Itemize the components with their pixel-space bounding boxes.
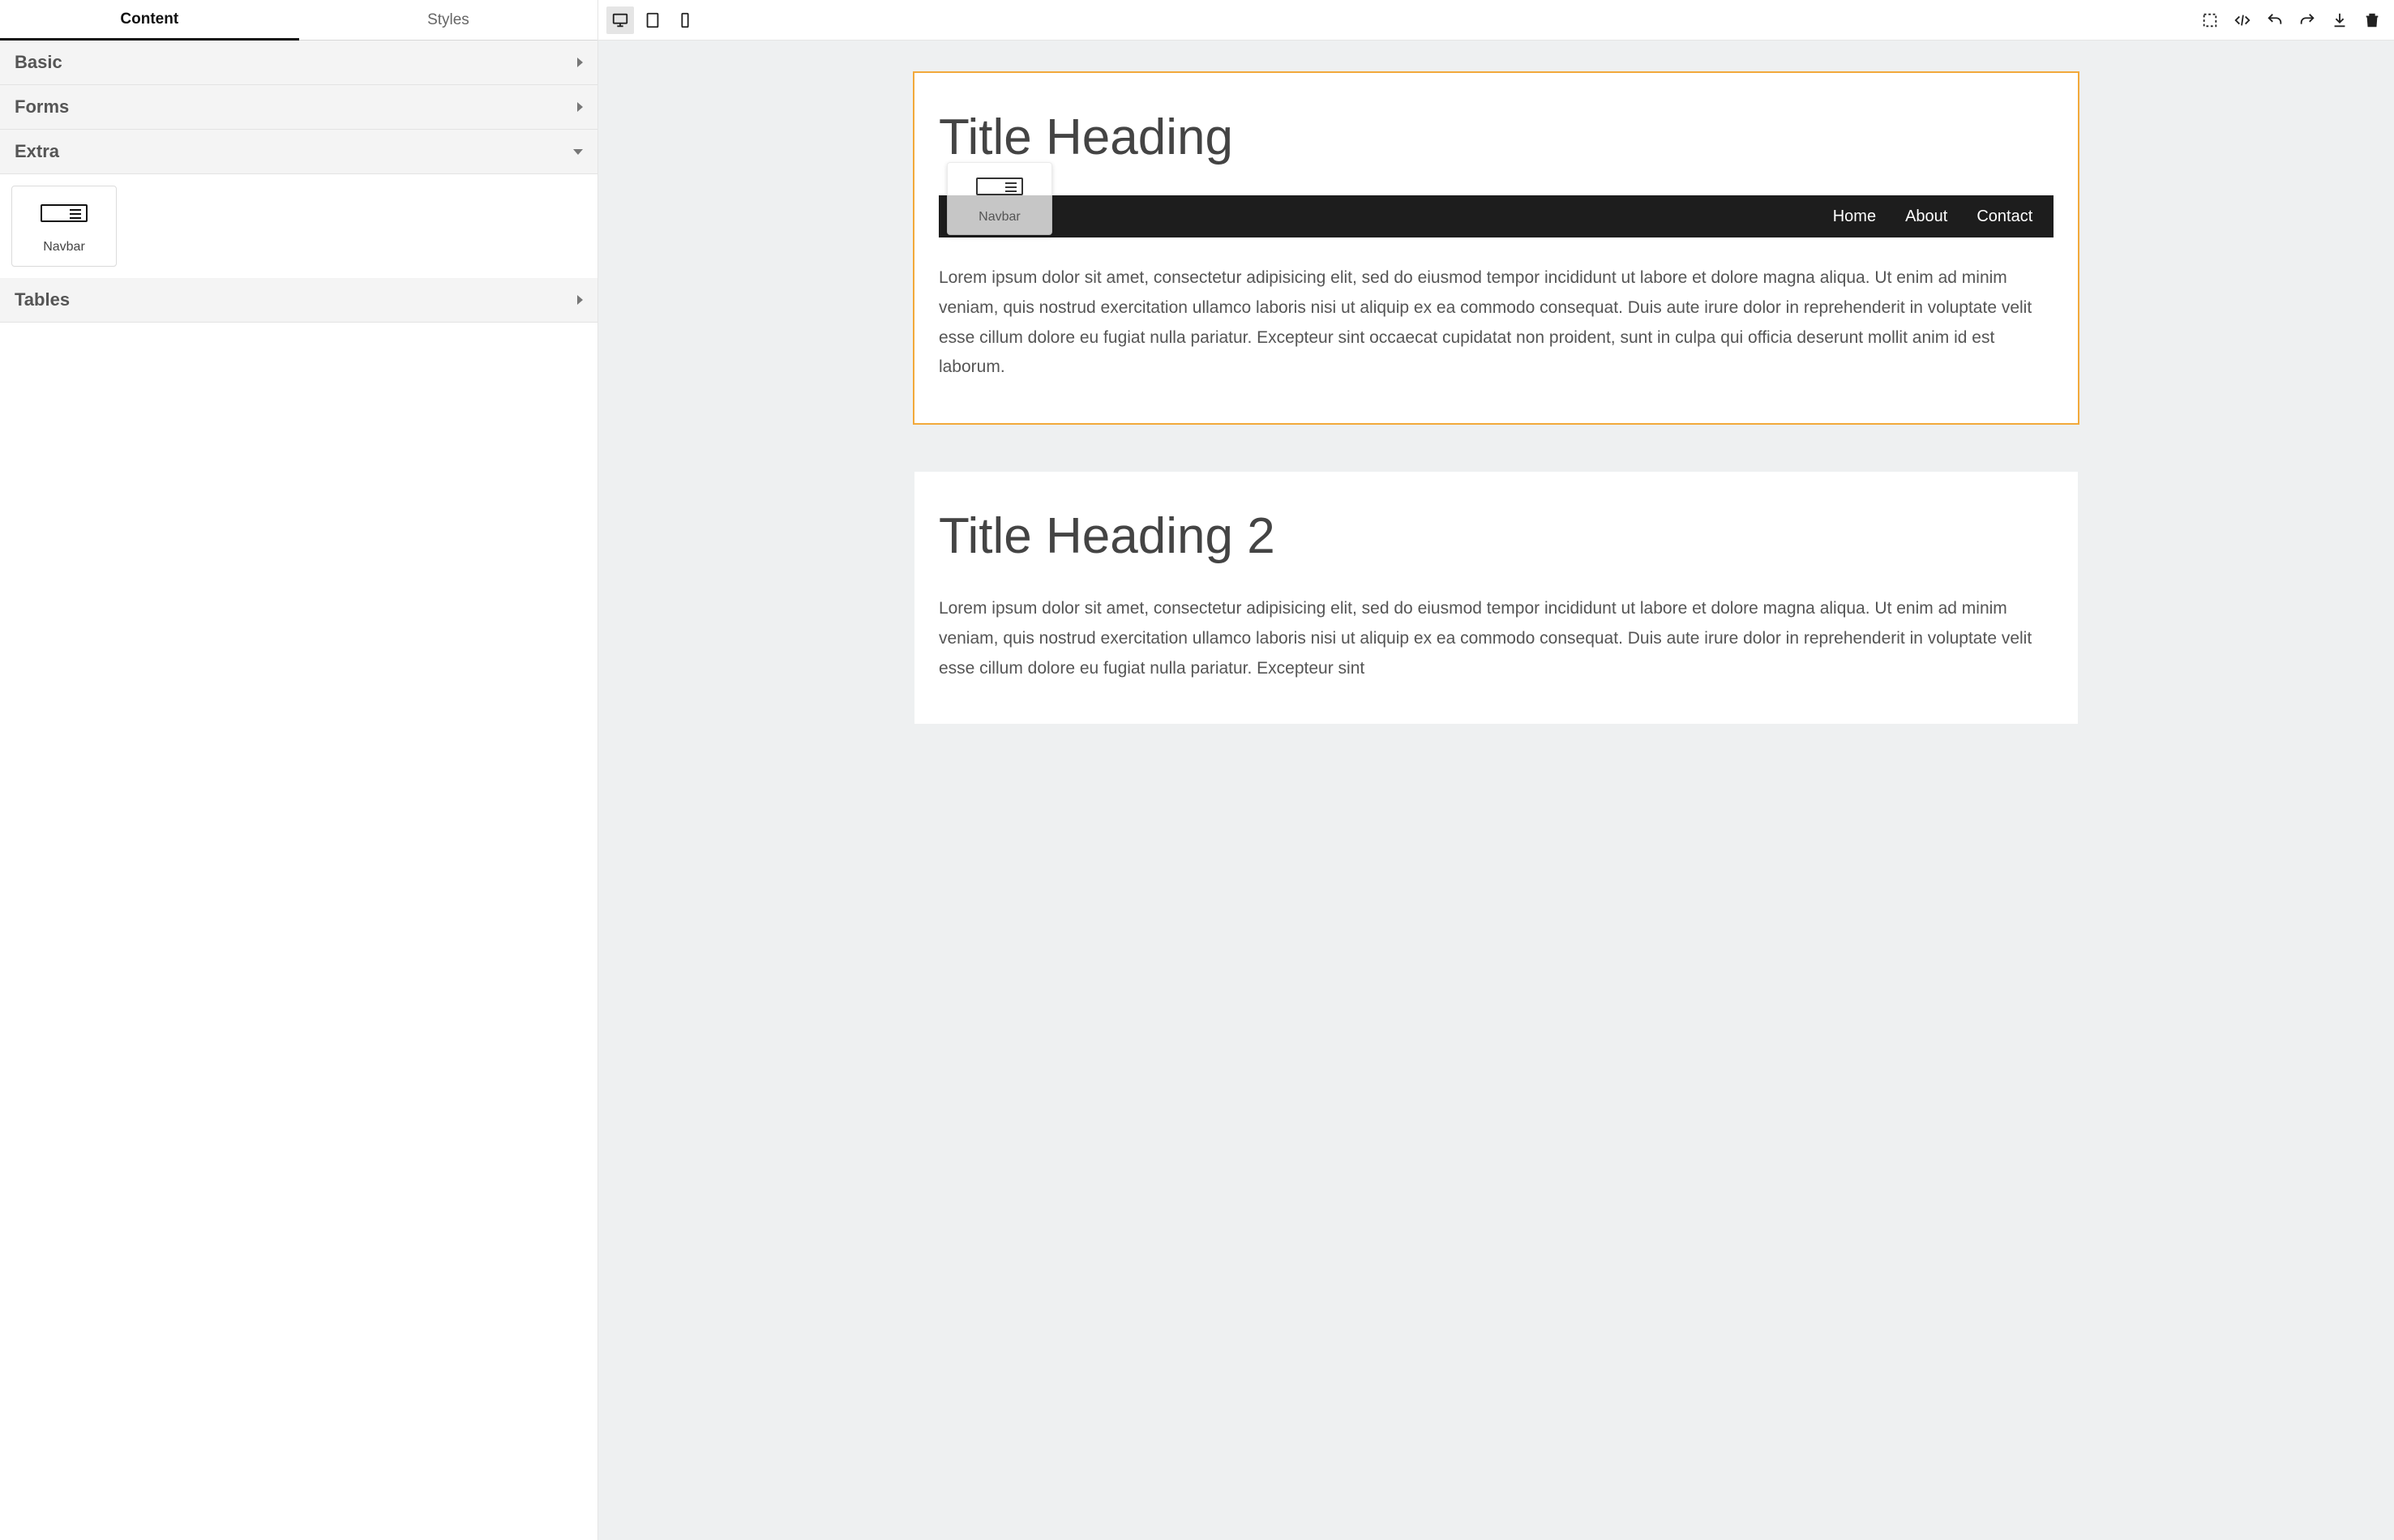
section-label: Tables [15, 289, 70, 310]
tablet-icon [644, 11, 662, 29]
card-body[interactable]: Lorem ipsum dolor sit amet, consectetur … [939, 594, 2054, 683]
section-extra[interactable]: Extra [0, 130, 597, 174]
download-icon [2331, 11, 2349, 29]
page-card-2[interactable]: Title Heading 2 Lorem ipsum dolor sit am… [914, 472, 2078, 724]
sidebar-tabs: Content Styles [0, 0, 597, 41]
card-title[interactable]: Title Heading 2 [939, 507, 2054, 565]
delete-button[interactable] [2358, 6, 2386, 34]
chevron-right-icon [577, 58, 583, 67]
chevron-down-icon [573, 149, 583, 155]
chevron-right-icon [577, 295, 583, 305]
navbar-component[interactable]: Home About Contact [939, 195, 2054, 237]
device-switcher [606, 6, 699, 34]
redo-icon [2298, 11, 2316, 29]
desktop-icon [611, 11, 629, 29]
download-button[interactable] [2326, 6, 2353, 34]
device-desktop-button[interactable] [606, 6, 634, 34]
code-icon [2233, 11, 2251, 29]
block-label: Navbar [19, 240, 109, 255]
sidebar: Content Styles Basic Forms Extra Navbar … [0, 0, 598, 1540]
section-label: Forms [15, 96, 69, 118]
section-label: Basic [15, 52, 62, 73]
chevron-right-icon [577, 102, 583, 112]
block-navbar[interactable]: Navbar [11, 186, 117, 267]
section-forms[interactable]: Forms [0, 85, 597, 130]
undo-icon [2266, 11, 2284, 29]
select-marquee-button[interactable] [2196, 6, 2224, 34]
workspace: Navbar Title Heading Home About Contact … [598, 0, 2394, 1540]
card-title[interactable]: Title Heading [939, 109, 2054, 166]
device-tablet-button[interactable] [639, 6, 666, 34]
nav-link-contact[interactable]: Contact [1976, 207, 2032, 226]
nav-link-about[interactable]: About [1905, 207, 1947, 226]
trash-icon [2363, 11, 2381, 29]
page-card-1[interactable]: Navbar Title Heading Home About Contact … [914, 73, 2078, 423]
navbar-icon [41, 204, 88, 222]
section-label: Extra [15, 141, 59, 162]
canvas[interactable]: Navbar Title Heading Home About Contact … [598, 41, 2394, 1540]
section-tables[interactable]: Tables [0, 278, 597, 323]
tab-content[interactable]: Content [0, 0, 299, 41]
select-marquee-icon [2201, 11, 2219, 29]
code-button[interactable] [2229, 6, 2256, 34]
blocks-area: Navbar [0, 174, 597, 278]
mobile-icon [676, 11, 694, 29]
section-basic[interactable]: Basic [0, 41, 597, 85]
redo-button[interactable] [2293, 6, 2321, 34]
toolbar-actions [2196, 6, 2386, 34]
undo-button[interactable] [2261, 6, 2289, 34]
card-body[interactable]: Lorem ipsum dolor sit amet, consectetur … [939, 263, 2054, 383]
device-mobile-button[interactable] [671, 6, 699, 34]
nav-link-home[interactable]: Home [1833, 207, 1876, 226]
tab-styles[interactable]: Styles [299, 0, 598, 40]
toolbar [598, 0, 2394, 41]
